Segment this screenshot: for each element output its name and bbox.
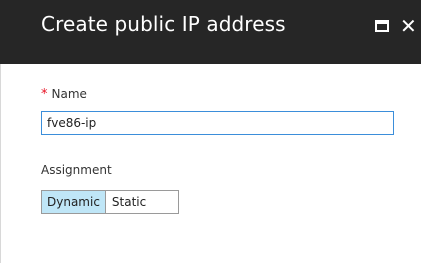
assignment-option-static[interactable]: Static xyxy=(105,191,178,213)
close-button[interactable]: ✕ xyxy=(400,15,418,37)
close-icon: ✕ xyxy=(400,14,417,38)
name-label-text: Name xyxy=(51,87,87,101)
required-marker: * xyxy=(41,87,48,102)
assignment-selector: Dynamic Static xyxy=(41,190,179,214)
assignment-option-dynamic[interactable]: Dynamic xyxy=(42,191,106,213)
blade-header: Create public IP address ✕ xyxy=(0,0,421,64)
name-field-label: * Name xyxy=(41,87,87,102)
create-public-ip-blade: Create public IP address ✕ *Name Assignm… xyxy=(0,0,421,263)
maximize-button[interactable] xyxy=(374,19,392,35)
blade-title: Create public IP address xyxy=(41,12,286,36)
maximize-icon xyxy=(375,20,389,32)
assignment-label: Assignment xyxy=(41,163,112,177)
name-input[interactable] xyxy=(41,111,394,135)
